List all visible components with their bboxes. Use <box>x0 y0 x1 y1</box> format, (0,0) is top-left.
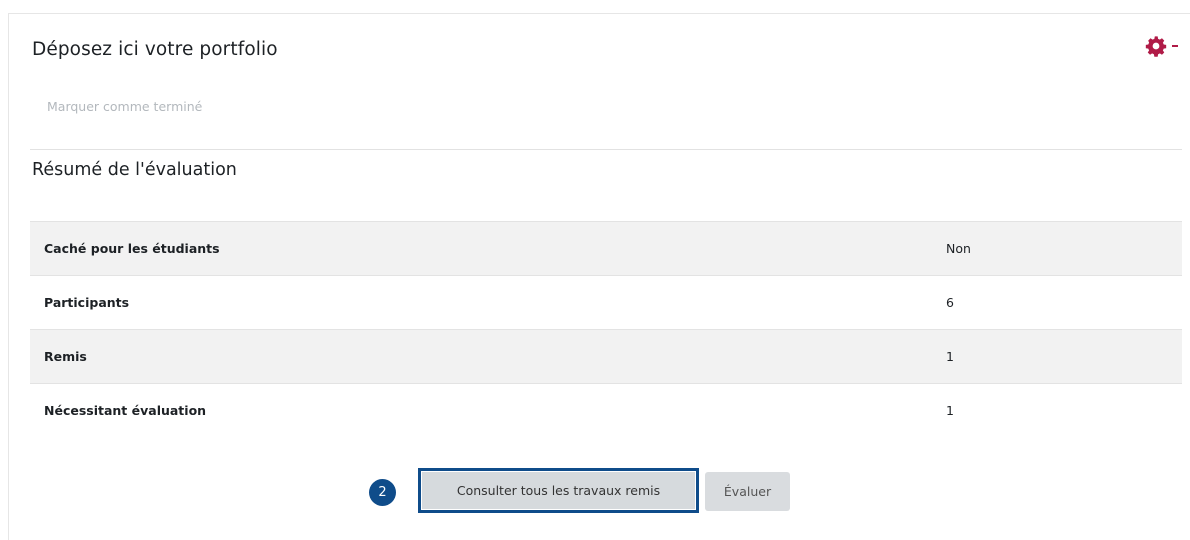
row-value: 1 <box>946 383 1182 438</box>
grading-summary-table: Caché pour les étudiants Non Participant… <box>30 221 1182 438</box>
row-value: Non <box>946 221 1182 276</box>
table-row: Participants 6 <box>30 275 1182 330</box>
table-row: Remis 1 <box>30 329 1182 384</box>
divider <box>30 149 1182 150</box>
gear-icon <box>1145 35 1167 57</box>
row-label: Nécessitant évaluation <box>30 383 946 438</box>
step-number-badge: 2 <box>369 479 396 506</box>
mark-complete-button[interactable]: Marquer comme terminé <box>47 99 202 114</box>
table-row: Nécessitant évaluation 1 <box>30 383 1182 438</box>
row-value: 6 <box>946 275 1182 330</box>
chevron-down-icon <box>1172 45 1178 47</box>
view-all-submissions-button[interactable]: Consulter tous les travaux remis <box>418 468 699 513</box>
row-value: 1 <box>946 329 1182 384</box>
grade-button[interactable]: Évaluer <box>705 472 790 511</box>
row-label: Remis <box>30 329 946 384</box>
section-title: Résumé de l'évaluation <box>32 160 237 180</box>
row-label: Participants <box>30 275 946 330</box>
row-label: Caché pour les étudiants <box>30 221 946 276</box>
table-row: Caché pour les étudiants Non <box>30 221 1182 276</box>
page-title: Déposez ici votre portfolio <box>32 39 278 60</box>
activity-settings-menu[interactable] <box>1145 34 1187 58</box>
